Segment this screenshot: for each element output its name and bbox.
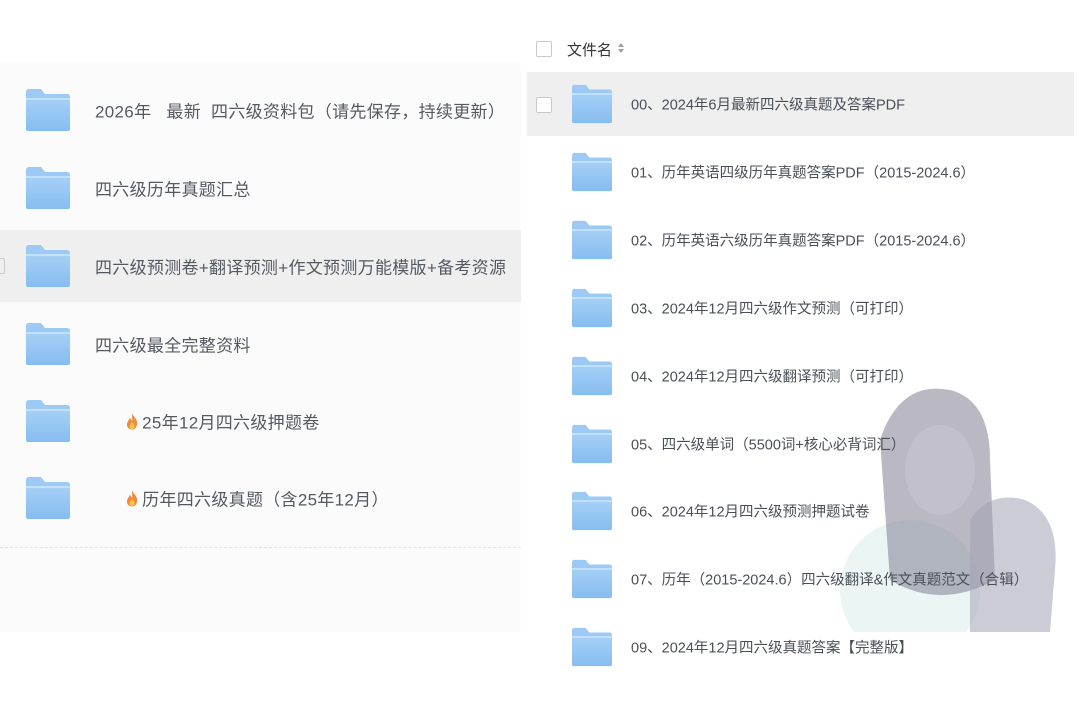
fire-icon <box>125 413 139 431</box>
list-item-label: 四六级历年真题汇总 <box>95 180 251 200</box>
folder-icon <box>570 356 614 396</box>
list-item-label: 四六级最全完整资料 <box>95 336 251 356</box>
file-row[interactable]: 05、四六级单词（5500词+核心必背词汇） <box>527 412 1074 476</box>
file-row-selected[interactable]: 00、2024年6月最新四六级真题及答案PDF <box>527 72 1074 136</box>
divider <box>0 547 521 548</box>
list-item-label: 25年12月四六级押题卷 <box>142 413 320 433</box>
column-title-filename[interactable]: 文件名 <box>567 39 612 60</box>
list-item[interactable]: 2026年 最新 四六级资料包（请先保存，持续更新） <box>0 74 521 146</box>
file-name: 02、历年英语六级历年真题答案PDF（2015-2024.6） <box>631 233 976 250</box>
file-name: 06、2024年12月四六级预测押题试卷 <box>631 504 870 521</box>
list-item[interactable]: 四六级历年真题汇总 <box>0 152 521 224</box>
row-checkbox[interactable] <box>0 258 5 274</box>
right-file-list: 文件名 00、2024年6月最新四六级真题及答案PDF 01、历年英语四级历年真… <box>527 0 1080 716</box>
file-name: 04、2024年12月四六级翻译预测（可打印） <box>631 369 914 386</box>
folder-icon <box>24 88 72 132</box>
list-item-label: 四六级预测卷+翻译预测+作文预测万能模版+备考资源 <box>95 258 507 278</box>
folder-icon <box>570 559 614 599</box>
file-name: 09、2024年12月四六级真题答案【完整版】 <box>631 640 914 657</box>
list-item-label: 历年四六级真题（含25年12月） <box>142 490 389 510</box>
folder-icon <box>570 220 614 260</box>
folder-icon <box>570 152 614 192</box>
folder-icon <box>570 627 614 667</box>
folder-icon <box>570 84 614 124</box>
file-row[interactable]: 04、2024年12月四六级翻译预测（可打印） <box>527 344 1074 408</box>
file-row[interactable]: 07、历年（2015-2024.6）四六级翻译&作文真题范文（合辑） <box>527 547 1074 611</box>
fire-icon <box>125 490 139 508</box>
select-all-checkbox[interactable] <box>536 41 552 57</box>
file-name: 07、历年（2015-2024.6）四六级翻译&作文真题范文（合辑） <box>631 572 1029 589</box>
folder-icon <box>24 399 72 443</box>
list-item-label: 2026年 最新 四六级资料包（请先保存，持续更新） <box>95 102 506 122</box>
folder-icon <box>24 166 72 210</box>
file-row[interactable]: 09、2024年12月四六级真题答案【完整版】 <box>527 615 1074 679</box>
file-row[interactable]: 02、历年英语六级历年真题答案PDF（2015-2024.6） <box>527 208 1074 272</box>
folder-icon <box>24 322 72 366</box>
file-row[interactable]: 01、历年英语四级历年真题答案PDF（2015-2024.6） <box>527 140 1074 204</box>
folder-icon <box>570 424 614 464</box>
sort-icon[interactable] <box>617 42 625 54</box>
file-name: 01、历年英语四级历年真题答案PDF（2015-2024.6） <box>631 165 976 182</box>
folder-icon <box>24 476 72 520</box>
file-name: 03、2024年12月四六级作文预测（可打印） <box>631 301 914 318</box>
list-item[interactable]: 25年12月四六级押题卷 <box>0 385 521 457</box>
folder-icon <box>570 288 614 328</box>
file-row[interactable]: 06、2024年12月四六级预测押题试卷 <box>527 479 1074 543</box>
list-item[interactable]: 四六级最全完整资料 <box>0 308 521 380</box>
list-header: 文件名 <box>527 30 1080 66</box>
file-name: 05、四六级单词（5500词+核心必背词汇） <box>631 437 906 454</box>
folder-icon <box>24 244 72 288</box>
list-item-selected[interactable]: 四六级预测卷+翻译预测+作文预测万能模版+备考资源 <box>0 230 521 302</box>
list-item-label-wrap: 25年12月四六级押题卷 <box>95 389 320 454</box>
list-item-label-wrap: 历年四六级真题（含25年12月） <box>95 466 389 531</box>
file-row[interactable]: 03、2024年12月四六级作文预测（可打印） <box>527 276 1074 340</box>
folder-icon <box>570 491 614 531</box>
row-checkbox[interactable] <box>536 97 552 113</box>
list-item[interactable]: 历年四六级真题（含25年12月） <box>0 462 521 534</box>
file-name: 00、2024年6月最新四六级真题及答案PDF <box>631 97 905 114</box>
